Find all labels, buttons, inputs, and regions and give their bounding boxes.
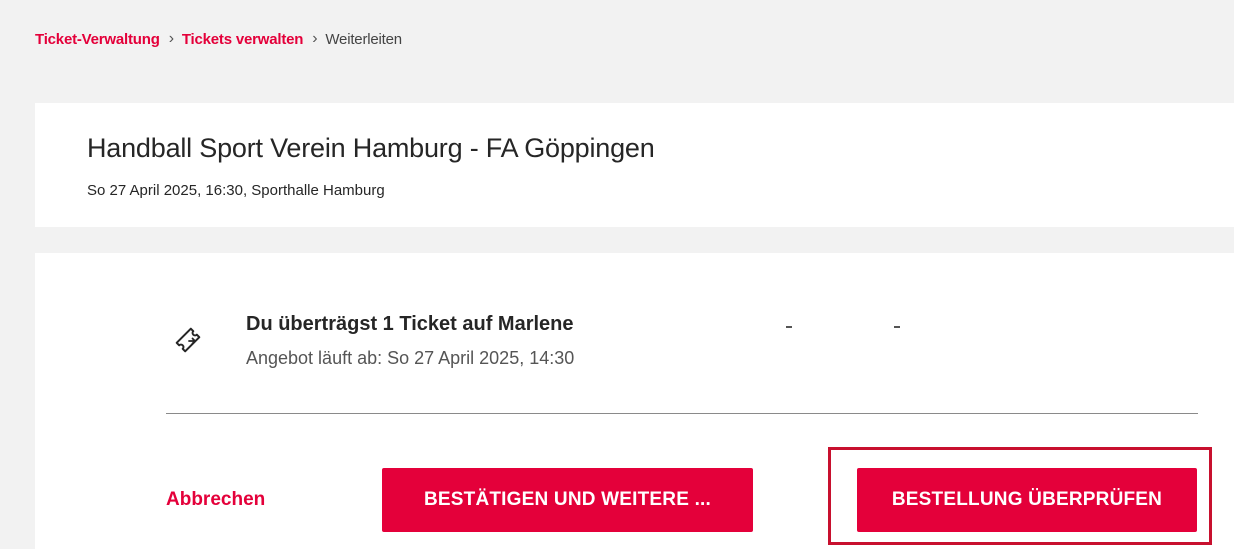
event-details: So 27 April 2025, 16:30, Sporthalle Hamb… xyxy=(87,182,385,199)
divider xyxy=(166,413,1198,414)
redacted-mark xyxy=(894,326,900,328)
redacted-mark xyxy=(786,326,792,328)
breadcrumb-current: Weiterleiten xyxy=(325,30,402,48)
breadcrumb-tickets-verwalten[interactable]: Tickets verwalten xyxy=(182,31,304,48)
highlight-box xyxy=(828,447,1212,545)
breadcrumb: Ticket-Verwaltung › Tickets verwalten › … xyxy=(35,30,402,48)
event-title: Handball Sport Verein Hamburg - FA Göppi… xyxy=(87,133,655,163)
offer-expiry: Angebot läuft ab: So 27 April 2025, 14:3… xyxy=(246,348,575,368)
transfer-title: Du überträgst 1 Ticket auf Marlene xyxy=(246,313,574,335)
cancel-link[interactable]: Abbrechen xyxy=(166,489,265,511)
breadcrumb-separator: › xyxy=(312,30,318,47)
confirm-and-continue-button[interactable]: BESTÄTIGEN UND WEITERE ... xyxy=(382,468,753,532)
breadcrumb-separator: › xyxy=(168,30,174,47)
breadcrumb-ticket-verwaltung[interactable]: Ticket-Verwaltung xyxy=(35,31,160,48)
event-card: Handball Sport Verein Hamburg - FA Göppi… xyxy=(35,103,1234,227)
ticket-transfer-icon xyxy=(173,325,203,355)
